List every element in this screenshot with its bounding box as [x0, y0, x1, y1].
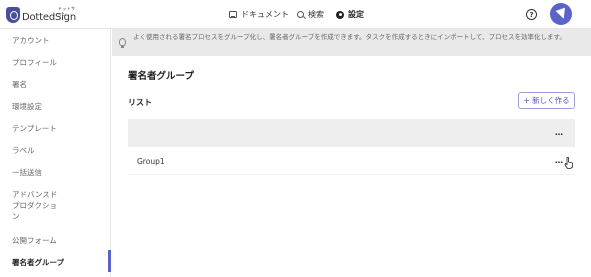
top-header: DottedSign ドットサイン ドキュメント 検索 設定 ?: [0, 0, 591, 29]
nav-search-label: 検索: [308, 10, 324, 19]
table-header: …: [128, 119, 575, 147]
gear-icon: [336, 10, 344, 19]
sidebar-item-templates[interactable]: テンプレート: [12, 123, 107, 134]
logo-mark-icon: [6, 7, 20, 23]
create-new-button[interactable]: + 新しく作る: [518, 92, 575, 109]
pointer-cursor-icon: [564, 157, 573, 169]
help-icon[interactable]: ?: [526, 9, 537, 20]
table-row[interactable]: Group1 …: [128, 147, 575, 175]
info-text: よく使用される署名プロセスをグループ化し、署名者グループを作成できます。タスクを…: [133, 33, 566, 41]
list-heading: リスト: [128, 98, 152, 107]
logo-ruby: ドットサイン: [58, 6, 76, 17]
sidebar-item-bulk-send[interactable]: 一括送信: [12, 167, 107, 178]
document-icon: [229, 11, 237, 18]
nav-settings-label: 設定: [348, 10, 364, 19]
nav-documents[interactable]: ドキュメント: [229, 0, 289, 29]
nav-documents-label: ドキュメント: [241, 10, 289, 19]
header-more-icon[interactable]: …: [555, 129, 563, 137]
sidebar-item-public-forms[interactable]: 公開フォーム: [12, 235, 107, 246]
user-avatar-icon[interactable]: [550, 3, 572, 25]
sidebar-item-signature[interactable]: 署名: [12, 79, 107, 90]
sidebar-item-labels[interactable]: ラベル: [12, 145, 107, 156]
page-title: 署名者グループ: [128, 71, 194, 82]
lightbulb-icon: [119, 38, 126, 48]
nav-settings[interactable]: 設定: [336, 0, 364, 29]
info-banner: よく使用される署名プロセスをグループ化し、署名者グループを作成できます。タスクを…: [112, 29, 591, 56]
search-icon: [297, 11, 304, 18]
sidebar-item-signer-groups[interactable]: 署名者グループ: [12, 257, 107, 268]
sidebar-item-account[interactable]: アカウント: [12, 35, 107, 46]
settings-sidebar: アカウント プロフィール 署名 環境設定 テンプレート ラベル 一括送信 アドバ…: [0, 29, 111, 277]
active-sidebar-indicator: [108, 250, 111, 272]
dottedsign-logo[interactable]: DottedSign ドットサイン: [6, 6, 76, 24]
row-more-icon[interactable]: …: [555, 157, 563, 165]
main-content: よく使用される署名プロセスをグループ化し、署名者グループを作成できます。タスクを…: [112, 29, 591, 277]
sidebar-item-profile[interactable]: プロフィール: [12, 57, 107, 68]
sidebar-item-preferences[interactable]: 環境設定: [12, 101, 107, 112]
nav-search[interactable]: 検索: [297, 0, 324, 29]
group-name: Group1: [137, 157, 165, 166]
sidebar-item-advanced-production[interactable]: アドバンスド プロダクショ ン: [12, 189, 107, 222]
